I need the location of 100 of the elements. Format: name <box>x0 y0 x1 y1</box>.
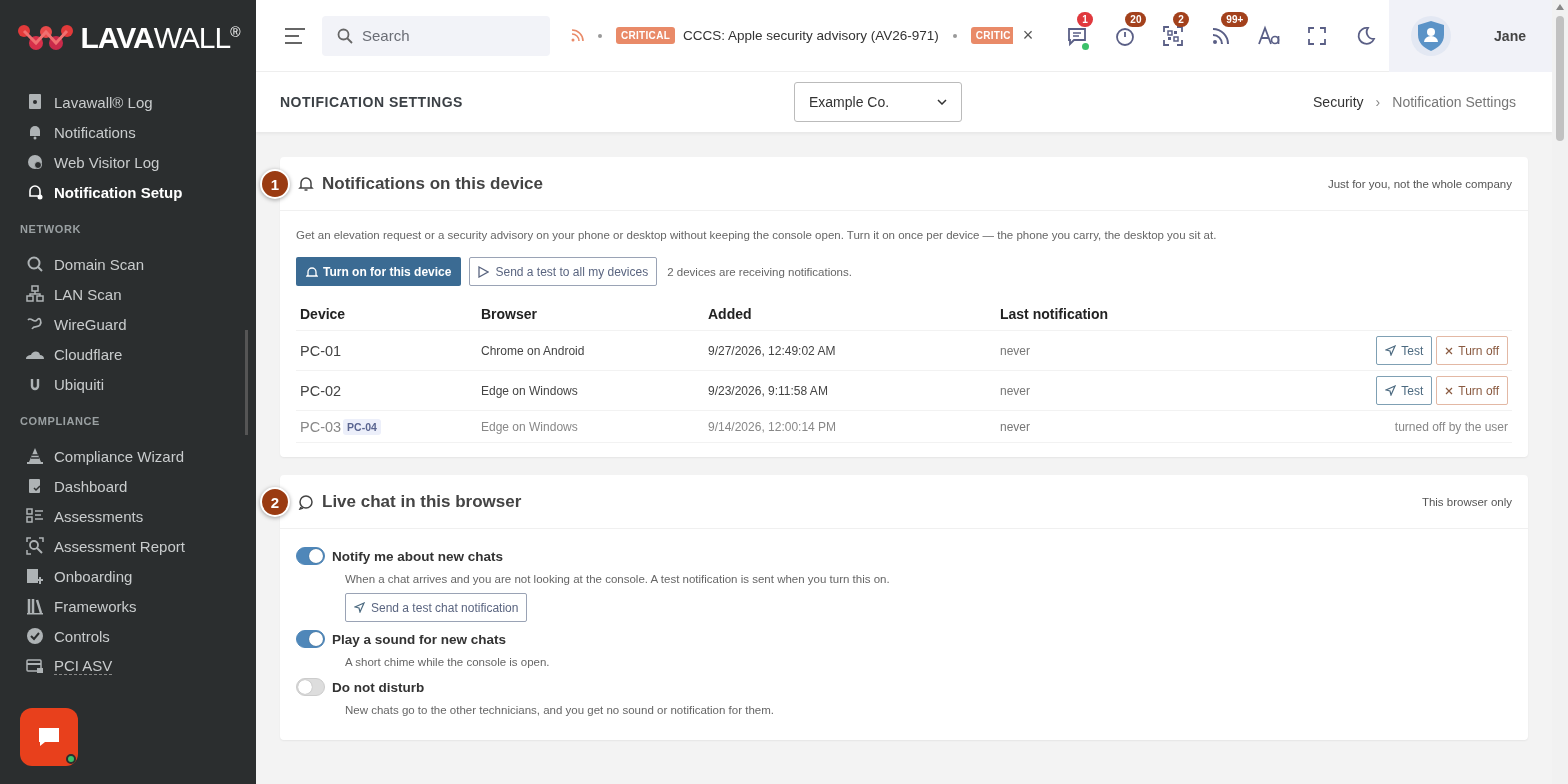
bullet-dot <box>598 33 602 38</box>
sidebar-item[interactable]: Web Visitor Log <box>0 147 256 177</box>
test-button[interactable]: Test <box>1376 336 1433 365</box>
chat-bubble-icon <box>298 493 314 510</box>
scrollbar[interactable] <box>245 330 248 435</box>
bell-icon <box>306 265 318 278</box>
option-description: A short chime while the console is open. <box>345 656 551 668</box>
logo-icon <box>16 23 75 53</box>
shield-user-icon <box>1417 19 1446 52</box>
column-header: Device <box>296 306 477 331</box>
severity-tag: CRITIC <box>970 27 1013 44</box>
close-icon <box>1445 386 1454 395</box>
user-name: Jane <box>1494 27 1526 44</box>
search-icon <box>26 255 44 273</box>
turn-off-button[interactable]: Turn off <box>1436 336 1508 365</box>
card-title: Live chat in this browser <box>322 491 522 512</box>
sidebar-item[interactable]: LAN Scan <box>0 279 256 309</box>
count-badge: 2 <box>1173 11 1189 27</box>
count-badge: 1 <box>1077 11 1093 27</box>
send-icon <box>354 602 365 613</box>
device-tag: PC-04 <box>343 418 381 435</box>
menu-icon[interactable] <box>284 27 306 44</box>
table-cell: 9/23/2026, 9:11:58 AM <box>708 383 828 398</box>
sidebar-item[interactable]: PCI ASV <box>0 651 256 681</box>
option-label: Play a sound for new chats <box>332 631 508 647</box>
status-dot <box>66 754 76 764</box>
company-dropdown[interactable]: Example Co. <box>794 82 962 122</box>
bullet-dot <box>952 33 957 38</box>
count-badge: 99+ <box>1221 11 1249 27</box>
sidebar-item[interactable]: Frameworks <box>0 591 256 621</box>
close-button[interactable]: × <box>1022 25 1034 46</box>
option-description: New chats go to the other technicians, and you get no sound or notification for them. <box>345 704 775 716</box>
count-badge: 20 <box>1125 11 1147 27</box>
table-cell: PC-01 <box>300 342 342 359</box>
card-lock-icon <box>26 657 44 675</box>
chat-icon <box>37 726 61 748</box>
file-icon <box>26 93 44 111</box>
sidebar-item[interactable]: Controls <box>0 621 256 651</box>
toggle-switch[interactable] <box>296 630 325 648</box>
search-field[interactable]: Search <box>322 15 550 56</box>
severity-tag: CRITICAL <box>616 27 676 44</box>
table-cell: Edge on Windows <box>481 383 578 398</box>
section-heading: NETWORK <box>19 222 82 237</box>
status-text: turned off by the user <box>1394 419 1508 434</box>
table-cell: Edge on Windows <box>481 419 578 434</box>
option-label: Do not disturb <box>332 679 426 695</box>
font-size-icon[interactable] <box>1258 24 1281 47</box>
scroll-up-icon[interactable] <box>1556 4 1564 10</box>
section-heading: COMPLIANCE <box>19 414 100 429</box>
card-title: Notifications on this device <box>322 173 544 194</box>
scrollbar[interactable] <box>1552 0 1568 784</box>
sidebar-item[interactable]: Assessments <box>0 501 256 531</box>
table-cell: Chrome on Android <box>481 343 585 358</box>
sidebar-item[interactable]: Domain Scan <box>0 249 256 279</box>
building-icon <box>26 567 44 585</box>
step-number: 1 <box>260 169 290 199</box>
sidebar-item[interactable]: Assessment Report <box>0 531 256 561</box>
network-icon <box>26 285 44 303</box>
sidebar-item[interactable]: Onboarding <box>0 561 256 591</box>
sidebar-item[interactable]: Notifications <box>0 117 256 147</box>
send-test-button[interactable]: Send a test to all my devices <box>469 257 658 286</box>
description-text: Get an elevation request or a security advisory on your phone or desktop without keeping the console open. Turn it on once per device — the phone you carry, the desktop you sit at. <box>296 229 1218 241</box>
sidebar-item[interactable]: Compliance Wizard <box>0 441 256 471</box>
sidebar-item[interactable]: Dashboard <box>0 471 256 501</box>
status-text: 2 devices are receiving notifications. <box>667 265 852 278</box>
breadcrumb-item: Notification Settings <box>1392 94 1516 110</box>
send-icon <box>1385 345 1397 356</box>
sidebar-item[interactable]: WireGuard <box>0 309 256 339</box>
option-description: When a chat arrives and you are not looking at the console. A test notification is sent when you turn this on. <box>345 573 891 585</box>
badge-check-icon <box>26 627 44 645</box>
sidebar-item[interactable]: Ubiquiti <box>0 369 256 399</box>
news-link[interactable]: CCCS: Apple security advisory (AV26-971) <box>683 28 939 43</box>
table-cell: never <box>1000 343 1031 358</box>
scrollbar-thumb[interactable] <box>1556 16 1564 141</box>
sidebar-item[interactable]: Lavawall® Log <box>0 87 256 117</box>
card-hint: Just for you, not the whole company <box>1327 177 1512 190</box>
close-icon <box>1445 346 1454 355</box>
send-icon <box>1385 385 1397 396</box>
test-button[interactable]: Test <box>1376 376 1433 405</box>
table-cell: never <box>1000 383 1031 398</box>
turn-on-button[interactable]: Turn on for this device <box>296 257 462 286</box>
turn-off-button[interactable]: Turn off <box>1436 376 1508 405</box>
globe-icon <box>26 153 44 171</box>
toggle-switch[interactable] <box>296 678 325 696</box>
fullscreen-icon[interactable] <box>1306 24 1329 47</box>
play-icon <box>478 265 490 278</box>
user-menu[interactable]: Jane <box>1389 0 1552 72</box>
chat-button[interactable] <box>20 708 78 766</box>
breadcrumb-item[interactable]: Security <box>1313 94 1364 110</box>
table-cell: 9/14/2026, 12:00:14 PM <box>708 419 837 434</box>
toggle-switch[interactable] <box>296 547 325 565</box>
page-title: NOTIFICATION SETTINGS <box>280 94 464 110</box>
sidebar-item[interactable]: Notification Setup <box>0 177 256 207</box>
send-test-button[interactable]: Send a test chat notification <box>345 593 528 622</box>
bell-icon <box>26 183 44 201</box>
sidebar-item[interactable]: Cloudflare <box>0 339 256 369</box>
bell-icon <box>298 175 314 192</box>
column-header: Browser <box>477 306 704 331</box>
chevron-down-icon <box>937 99 947 105</box>
qr-code-icon[interactable] <box>1162 24 1185 47</box>
